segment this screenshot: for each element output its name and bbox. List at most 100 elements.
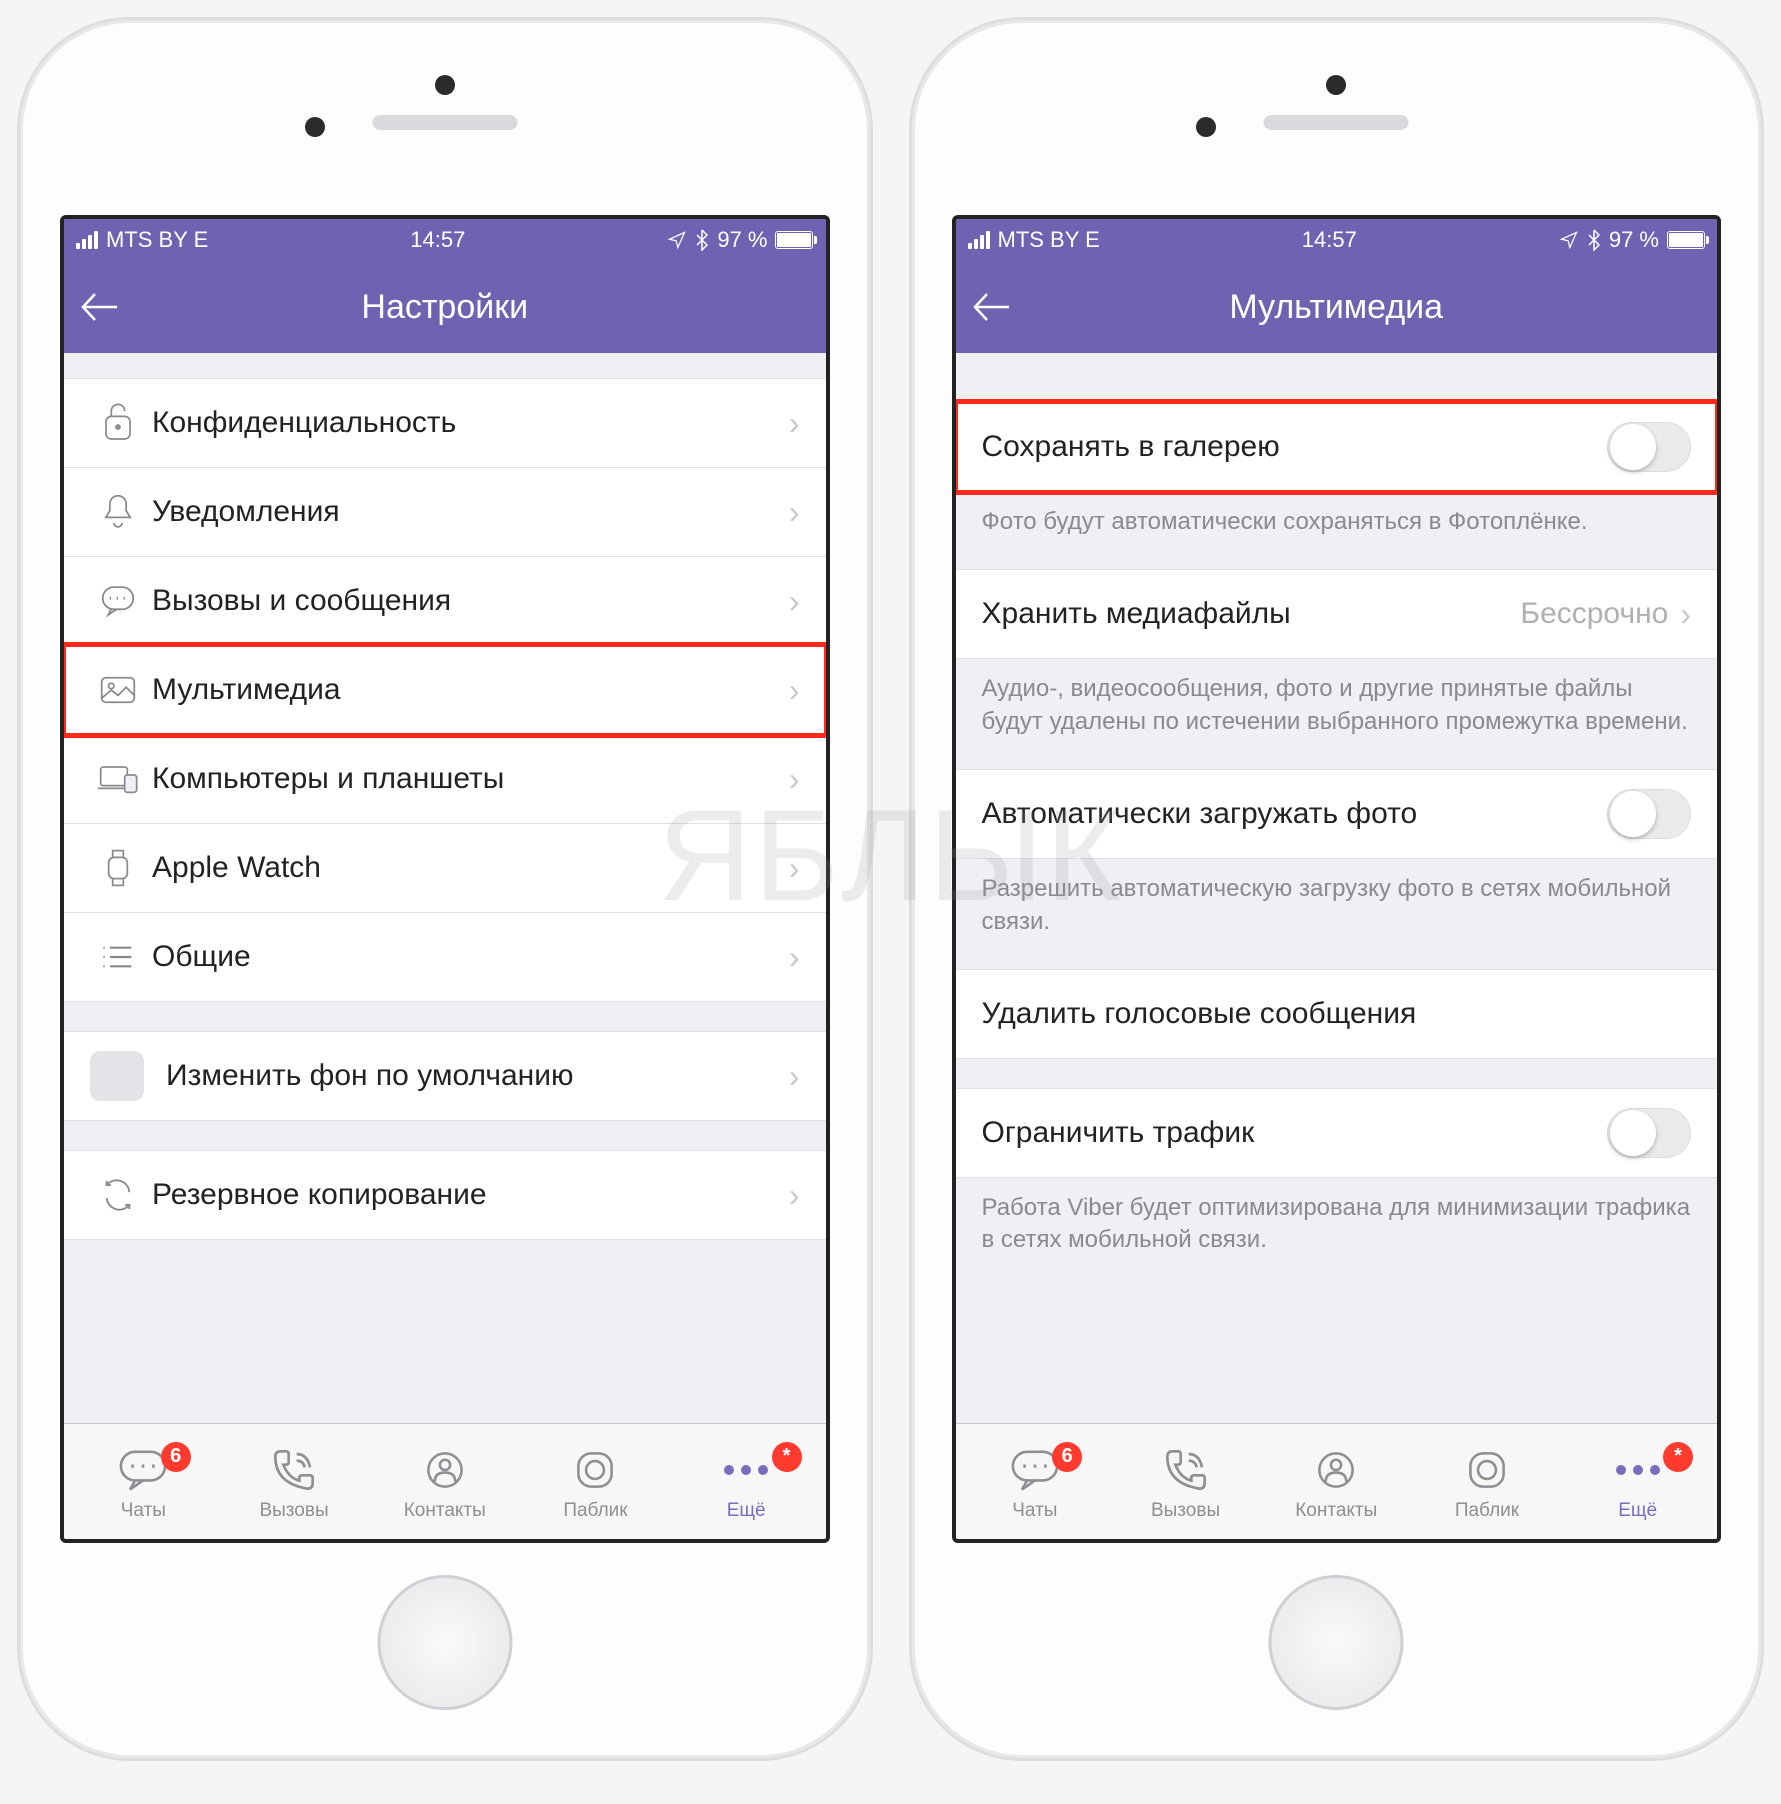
settings-row-calls-messages[interactable]: Вызовы и сообщения ›	[64, 556, 826, 646]
status-bar: MTS BY E 14:57 97 %	[956, 219, 1718, 261]
home-button[interactable]	[377, 1575, 512, 1710]
tab-calls[interactable]: Вызовы	[1110, 1444, 1261, 1522]
camera-dot	[435, 75, 455, 95]
row-label: Общие	[146, 940, 789, 974]
row-value: Бессрочно	[1520, 597, 1668, 631]
more-icon	[721, 1444, 771, 1496]
tab-public[interactable]: Паблик	[520, 1444, 671, 1522]
refresh-icon	[90, 1178, 146, 1212]
row-label: Резервное копирование	[146, 1178, 789, 1212]
chevron-right-icon: ›	[789, 672, 800, 709]
location-icon	[667, 230, 687, 250]
tab-label: Ещё	[1618, 1500, 1657, 1522]
chevron-right-icon: ›	[789, 850, 800, 887]
page-title: Мультимедиа	[956, 288, 1718, 327]
battery-pct: 97 %	[717, 227, 767, 253]
tab-calls[interactable]: Вызовы	[219, 1444, 370, 1522]
tab-label: Чаты	[121, 1500, 166, 1522]
signal-icon	[76, 231, 98, 249]
tab-chats[interactable]: 6 Чаты	[68, 1444, 219, 1522]
tab-bar: 6 Чаты Вызовы Контакты	[64, 1423, 826, 1539]
chat-icon	[90, 584, 146, 618]
tab-label: Вызовы	[1151, 1500, 1220, 1522]
chats-badge: 6	[1052, 1442, 1082, 1472]
row-label: Ограничить трафик	[982, 1116, 1608, 1150]
settings-row-privacy[interactable]: Конфиденциальность ›	[64, 378, 826, 468]
tab-more[interactable]: * Ещё	[671, 1444, 822, 1522]
carrier-label: MTS BY E	[998, 227, 1100, 253]
nav-bar: Настройки	[64, 261, 826, 353]
settings-row-apple-watch[interactable]: Apple Watch ›	[64, 823, 826, 913]
battery-icon	[775, 231, 813, 249]
tab-contacts[interactable]: Контакты	[369, 1444, 520, 1522]
row-store-media[interactable]: Хранить медиафайлы Бессрочно ›	[956, 569, 1718, 659]
tab-contacts[interactable]: Контакты	[1261, 1444, 1412, 1522]
chevron-right-icon: ›	[789, 405, 800, 442]
settings-row-general[interactable]: Общие ›	[64, 912, 826, 1002]
settings-row-notifications[interactable]: Уведомления ›	[64, 467, 826, 557]
contacts-icon	[1313, 1444, 1359, 1496]
row-save-to-gallery[interactable]: Сохранять в галерею	[956, 402, 1718, 492]
page-title: Настройки	[64, 288, 826, 327]
nav-bar: Мультимедиа	[956, 261, 1718, 353]
proximity-sensor	[1196, 117, 1216, 137]
tab-label: Паблик	[563, 1500, 627, 1522]
more-badge: *	[1663, 1442, 1693, 1472]
toggle-save-gallery[interactable]	[1607, 422, 1691, 472]
lock-icon	[90, 403, 146, 443]
more-badge: *	[772, 1442, 802, 1472]
chevron-right-icon: ›	[1680, 596, 1691, 633]
toggle-auto-download[interactable]	[1607, 789, 1691, 839]
row-label: Apple Watch	[146, 851, 789, 885]
screen-right: MTS BY E 14:57 97 % Мультимедиа	[952, 215, 1722, 1543]
tab-public[interactable]: Паблик	[1412, 1444, 1563, 1522]
row-limit-traffic[interactable]: Ограничить трафик	[956, 1088, 1718, 1178]
row-label: Сохранять в галерею	[982, 430, 1608, 464]
wallpaper-thumb	[90, 1051, 144, 1101]
tab-more[interactable]: * Ещё	[1562, 1444, 1713, 1522]
public-icon	[1464, 1444, 1510, 1496]
row-label: Вызовы и сообщения	[146, 584, 789, 618]
tab-chats[interactable]: 6 Чаты	[960, 1444, 1111, 1522]
clock-label: 14:57	[410, 227, 465, 253]
footer-save-gallery: Фото будут автоматически сохраняться в Ф…	[956, 492, 1718, 540]
phone-icon	[270, 1444, 318, 1496]
row-auto-download[interactable]: Автоматически загружать фото	[956, 769, 1718, 859]
home-button[interactable]	[1269, 1575, 1404, 1710]
footer-auto-download: Разрешить автоматическую загрузку фото в…	[956, 859, 1718, 940]
bluetooth-icon	[695, 229, 709, 251]
settings-row-backup[interactable]: Резервное копирование ›	[64, 1150, 826, 1240]
battery-pct: 97 %	[1609, 227, 1659, 253]
bell-icon	[90, 493, 146, 531]
settings-row-change-background[interactable]: Изменить фон по умолчанию ›	[64, 1031, 826, 1121]
image-icon	[90, 674, 146, 706]
chevron-right-icon: ›	[789, 583, 800, 620]
devices-icon	[90, 764, 146, 794]
row-label: Автоматически загружать фото	[982, 797, 1608, 831]
chevron-right-icon: ›	[789, 494, 800, 531]
public-icon	[572, 1444, 618, 1496]
watch-icon	[90, 848, 146, 888]
camera-dot	[1326, 75, 1346, 95]
tab-label: Чаты	[1012, 1500, 1057, 1522]
footer-limit-traffic: Работа Viber будет оптимизирована для ми…	[956, 1178, 1718, 1259]
settings-row-computers[interactable]: Компьютеры и планшеты ›	[64, 734, 826, 824]
back-button[interactable]	[956, 290, 1026, 324]
settings-content: Конфиденциальность › Уведомления ›	[64, 353, 826, 1423]
row-delete-voice[interactable]: Удалить голосовые сообщения	[956, 969, 1718, 1059]
phone-mock-left: MTS BY E 14:57 97 % Настройки	[20, 20, 870, 1758]
row-label: Компьютеры и планшеты	[146, 762, 789, 796]
chevron-right-icon: ›	[789, 761, 800, 798]
phone-mock-right: MTS BY E 14:57 97 % Мультимедиа	[912, 20, 1762, 1758]
tab-label: Паблик	[1455, 1500, 1519, 1522]
tab-label: Вызовы	[259, 1500, 328, 1522]
chevron-right-icon: ›	[789, 1058, 800, 1095]
contacts-icon	[422, 1444, 468, 1496]
settings-row-multimedia[interactable]: Мультимедиа ›	[64, 645, 826, 735]
row-label: Конфиденциальность	[146, 406, 789, 440]
row-label: Удалить голосовые сообщения	[982, 997, 1692, 1031]
back-button[interactable]	[64, 290, 134, 324]
signal-icon	[968, 231, 990, 249]
toggle-limit-traffic[interactable]	[1607, 1108, 1691, 1158]
tab-label: Ещё	[727, 1500, 766, 1522]
